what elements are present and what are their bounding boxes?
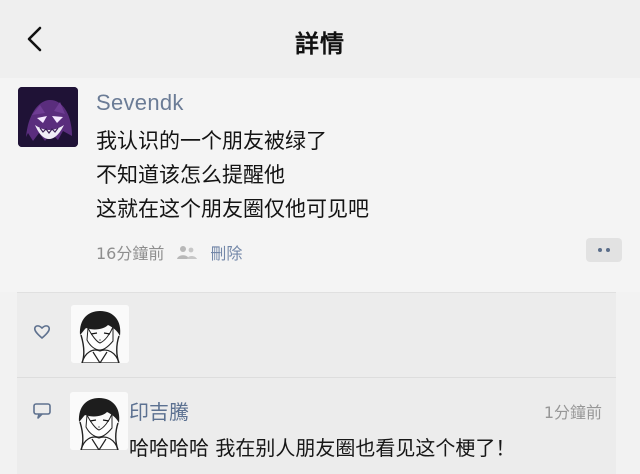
ghost-avatar-image	[18, 87, 78, 147]
anime-avatar-image	[71, 305, 129, 363]
page-title: 詳情	[295, 30, 345, 58]
delete-button[interactable]: 刪除	[210, 240, 242, 264]
anime-avatar-image	[70, 392, 128, 450]
more-dots-icon	[598, 248, 602, 252]
poster-username[interactable]: Sevendk	[96, 90, 184, 116]
post-meta-row: 16分鐘前 刪除	[96, 240, 242, 264]
likes-row	[17, 293, 616, 377]
commenter-avatar[interactable]	[70, 392, 128, 450]
comment-text: 哈哈哈哈 我在别人朋友圈也看见这个梗了！	[129, 436, 516, 460]
comment-item: 印吉騰 1分鐘前 哈哈哈哈 我在别人朋友圈也看见这个梗了！	[17, 378, 616, 474]
post-content-line: 我认识的一个朋友被绿了	[96, 129, 327, 153]
post-content-line: 不知道该怎么提醒他	[96, 163, 285, 187]
poster-avatar[interactable]	[18, 87, 78, 147]
comment-icon	[32, 402, 52, 420]
moment-detail-page: 詳情 Sevendk 我认识的一个朋友被绿了 不知道该怎么提醒他 这就在这个朋友…	[0, 0, 640, 474]
post-content-line: 这就在这个朋友圈仅他可见吧	[96, 197, 369, 221]
heart-icon	[33, 323, 51, 341]
post-time: 16分鐘前	[96, 244, 165, 263]
comment-author-name[interactable]: 印吉騰	[129, 396, 189, 425]
privacy-icon	[174, 242, 200, 262]
top-navigation-bar: 詳情	[0, 0, 640, 78]
more-actions-button[interactable]	[586, 238, 622, 262]
like-user-avatar[interactable]	[71, 305, 129, 363]
comment-time: 1分鐘前	[543, 403, 602, 422]
more-dots-icon	[606, 248, 610, 252]
post-card: Sevendk 我认识的一个朋友被绿了 不知道该怎么提醒他 这就在这个朋友圈仅他…	[0, 78, 640, 292]
interaction-panel: 印吉騰 1分鐘前 哈哈哈哈 我在别人朋友圈也看见这个梗了！	[17, 292, 616, 474]
